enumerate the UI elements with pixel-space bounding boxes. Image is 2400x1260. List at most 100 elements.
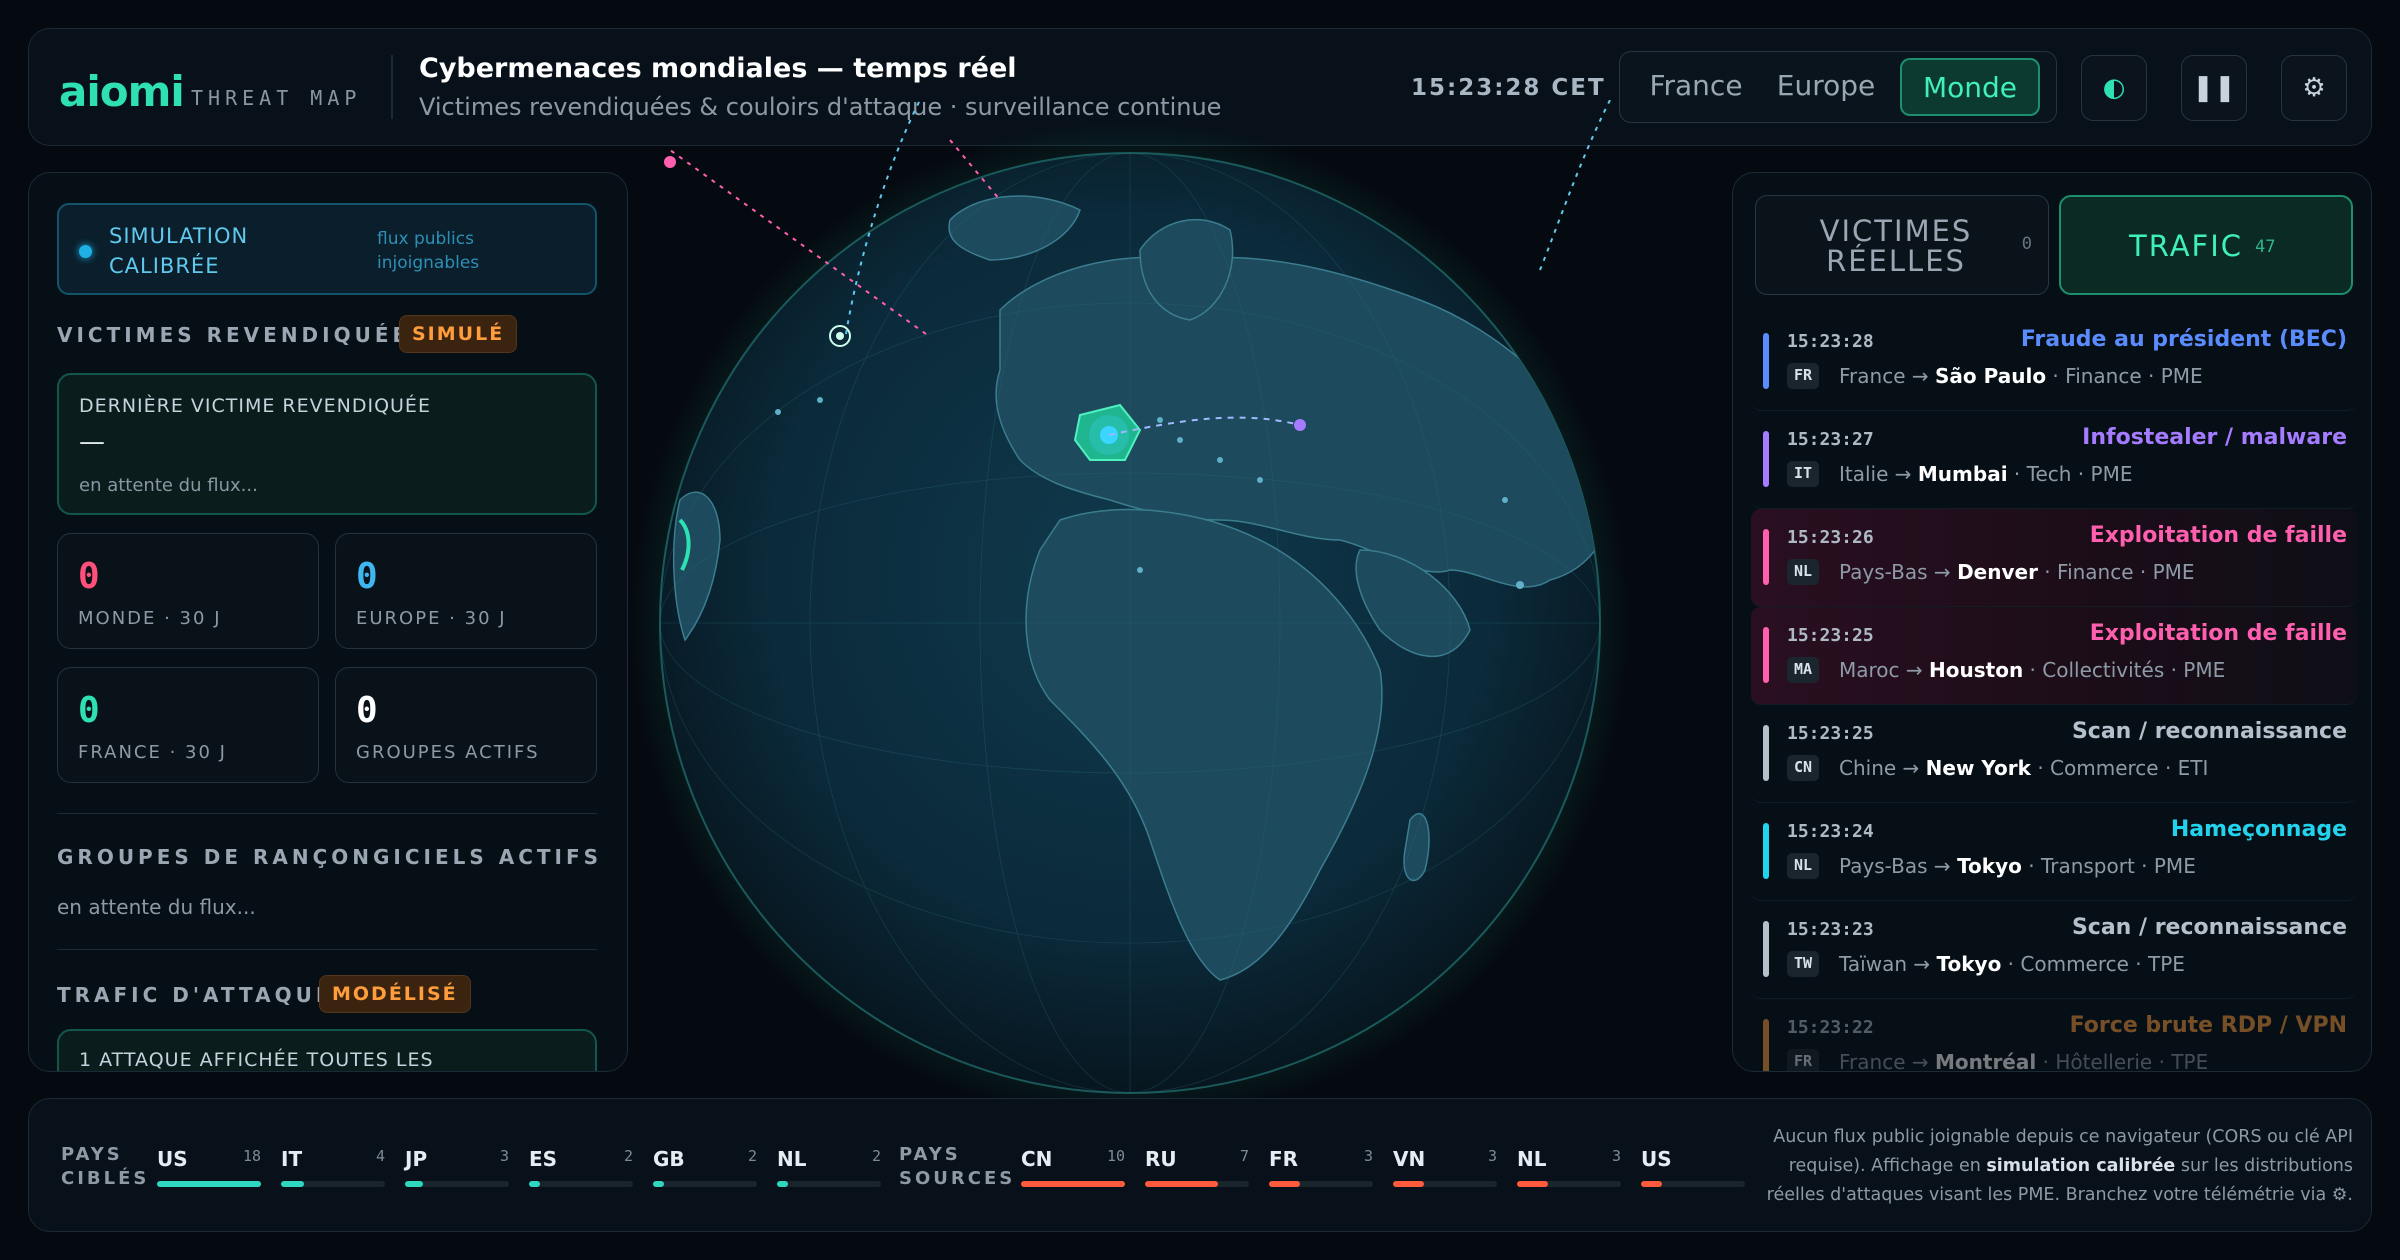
country-count: 3 bbox=[1611, 1147, 1621, 1165]
feed-row[interactable]: 15:23:23 Scan / reconnaissance TW Taïwan → … bbox=[1751, 901, 2357, 999]
feed-time: 15:23:25 bbox=[1787, 625, 1874, 646]
feed-country-code: FR bbox=[1787, 363, 1820, 389]
contrast-icon: ◐ bbox=[2102, 73, 2126, 103]
stat-groups-label: GROUPES ACTIFS bbox=[356, 742, 540, 763]
severity-bar bbox=[1763, 823, 1769, 879]
feed-row[interactable]: 15:23:24 Hameçonnage NL Pays-Bas → Tokyo · … bbox=[1751, 803, 2357, 901]
feed-time: 15:23:28 bbox=[1787, 331, 1874, 352]
country-count: 18 bbox=[242, 1147, 261, 1165]
world-globe[interactable] bbox=[620, 100, 1720, 1100]
gear-icon: ⚙ bbox=[2302, 73, 2326, 103]
country-bar-track bbox=[529, 1181, 633, 1187]
feed-meta: Commerce · TPE bbox=[2020, 952, 2185, 976]
victims-section-title: VICTIMES REVENDIQUÉES bbox=[57, 323, 429, 347]
page-title: Cybermenaces mondiales — temps réel bbox=[419, 53, 1017, 84]
feed-row[interactable]: 15:23:27 Infostealer / malware IT Italie → … bbox=[1751, 411, 2357, 509]
feed-route: Taïwan → Tokyo · Commerce · TPE bbox=[1839, 952, 2185, 976]
country-count: 2 bbox=[623, 1147, 633, 1165]
simulation-note: flux publics injoignables bbox=[377, 229, 480, 273]
country-code: US bbox=[157, 1147, 188, 1171]
country-bar-track bbox=[1021, 1181, 1125, 1187]
last-victim-value: — bbox=[79, 427, 105, 457]
stat-monde-value: 0 bbox=[78, 556, 100, 597]
tab-traffic[interactable]: TRAFIC 47 bbox=[2059, 195, 2353, 295]
divider bbox=[57, 949, 597, 950]
theme-toggle-button[interactable]: ◐ bbox=[2081, 55, 2147, 121]
country-code: JP bbox=[405, 1147, 428, 1171]
feed-attack-type: Scan / reconnaissance bbox=[2071, 719, 2347, 744]
country-code: FR bbox=[1269, 1147, 1299, 1171]
feed-meta: Finance · PME bbox=[2057, 560, 2195, 584]
severity-bar bbox=[1763, 725, 1769, 781]
stat-groups: 0 GROUPES ACTIFS bbox=[335, 667, 597, 783]
settings-button[interactable]: ⚙ bbox=[2281, 55, 2347, 121]
country-bar-track bbox=[405, 1181, 509, 1187]
severity-bar bbox=[1763, 333, 1769, 389]
feed-route: France → São Paulo · Finance · PME bbox=[1839, 364, 2203, 388]
tab-real-victims[interactable]: VICTIMES RÉELLES 0 bbox=[1755, 195, 2049, 295]
feed-route: Chine → New York · Commerce · ETI bbox=[1839, 756, 2209, 780]
feed-time: 15:23:25 bbox=[1787, 723, 1874, 744]
right-panel: VICTIMES RÉELLES 0 TRAFIC 47 15:23:28 Fra… bbox=[1732, 172, 2372, 1072]
feed-time: 15:23:27 bbox=[1787, 429, 1874, 450]
scope-europe-button[interactable]: Europe bbox=[1764, 58, 1888, 116]
country-bar-fill bbox=[1269, 1181, 1301, 1187]
feed-attack-type: Force brute RDP / VPN bbox=[2069, 1013, 2347, 1038]
severity-bar bbox=[1763, 627, 1769, 683]
feed-meta: Finance · PME bbox=[2065, 364, 2203, 388]
feed-to: Tokyo bbox=[1936, 952, 2002, 976]
stat-monde: 0 MONDE · 30 J bbox=[57, 533, 319, 649]
stat-france: 0 FRANCE · 30 J bbox=[57, 667, 319, 783]
bottom-bar: PAYS CIBLÉS US 18 IT 4 JP 3 ES 2 GB 2 NL 2 PAYS SOU… bbox=[28, 1098, 2372, 1232]
simulation-banner: SIMULATION CALIBRÉE flux publics injoign… bbox=[57, 203, 597, 295]
feed-from: Pays-Bas bbox=[1839, 560, 1928, 584]
stat-europe-label: EUROPE · 30 J bbox=[356, 608, 507, 629]
country-code: NL bbox=[777, 1147, 807, 1171]
feed-country-code: TW bbox=[1787, 951, 1820, 977]
feed-route: Pays-Bas → Tokyo · Transport · PME bbox=[1839, 854, 2196, 878]
feed-from: France bbox=[1839, 1050, 1906, 1072]
country-bar-fill bbox=[1021, 1181, 1125, 1187]
country-count: 2 bbox=[871, 1147, 881, 1165]
country-bar-track bbox=[1269, 1181, 1373, 1187]
stat-europe: 0 EUROPE · 30 J bbox=[335, 533, 597, 649]
feed-from: Italie bbox=[1839, 462, 1889, 486]
logo: aiomi bbox=[59, 67, 185, 116]
traffic-section-title: TRAFIC D'ATTAQUE bbox=[57, 983, 334, 1007]
country-code: CN bbox=[1021, 1147, 1053, 1171]
left-panel: SIMULATION CALIBRÉE flux publics injoign… bbox=[28, 172, 628, 1072]
country-count: 4 bbox=[375, 1147, 385, 1165]
pause-button[interactable]: ❚❚ bbox=[2181, 55, 2247, 121]
simulation-label: SIMULATION CALIBRÉE bbox=[109, 224, 249, 278]
country-code: NL bbox=[1517, 1147, 1547, 1171]
feed-attack-type: Fraude au président (BEC) bbox=[2020, 327, 2347, 352]
country-bar-fill bbox=[653, 1181, 665, 1187]
targets-label: PAYS CIBLÉS bbox=[61, 1144, 150, 1189]
feed-from: Maroc bbox=[1839, 658, 1900, 682]
feed-meta: Hôtellerie · TPE bbox=[2055, 1050, 2209, 1072]
logo-subtitle: THREAT MAP bbox=[191, 86, 362, 110]
severity-bar bbox=[1763, 431, 1769, 487]
feed-attack-type: Infostealer / malware bbox=[2082, 425, 2347, 450]
country-count: 2 bbox=[747, 1147, 757, 1165]
stat-france-value: 0 bbox=[78, 690, 100, 731]
feed-row[interactable]: 15:23:25 Scan / reconnaissance CN Chine → N… bbox=[1751, 705, 2357, 803]
severity-bar bbox=[1763, 921, 1769, 977]
country-code: US bbox=[1641, 1147, 1672, 1171]
feed-to: Tokyo bbox=[1957, 854, 2022, 878]
country-bar-fill bbox=[1393, 1181, 1425, 1187]
feed-meta: Collectivités · PME bbox=[2042, 658, 2226, 682]
feed-country-code: FR bbox=[1787, 1049, 1820, 1071]
feed-time: 15:23:26 bbox=[1787, 527, 1874, 548]
severity-bar bbox=[1763, 1019, 1769, 1071]
country-code: GB bbox=[653, 1147, 685, 1171]
feed-row[interactable]: 15:23:25 Exploitation de faille MA Maroc → … bbox=[1751, 607, 2357, 705]
feed-row[interactable]: 15:23:22 Force brute RDP / VPN FR France → … bbox=[1751, 999, 2357, 1072]
feed-to: Mumbai bbox=[1917, 462, 2008, 486]
feed-row[interactable]: 15:23:28 Fraude au président (BEC) FR Franc… bbox=[1751, 313, 2357, 411]
country-count: 7 bbox=[1239, 1147, 1249, 1165]
clock: 15:23:28 CET bbox=[1411, 75, 1606, 101]
feed-row[interactable]: 15:23:26 Exploitation de faille NL Pays-Bas… bbox=[1751, 509, 2357, 607]
tab-traffic-label: TRAFIC bbox=[2129, 229, 2244, 263]
scope-monde-button[interactable]: Monde bbox=[1900, 58, 2040, 116]
